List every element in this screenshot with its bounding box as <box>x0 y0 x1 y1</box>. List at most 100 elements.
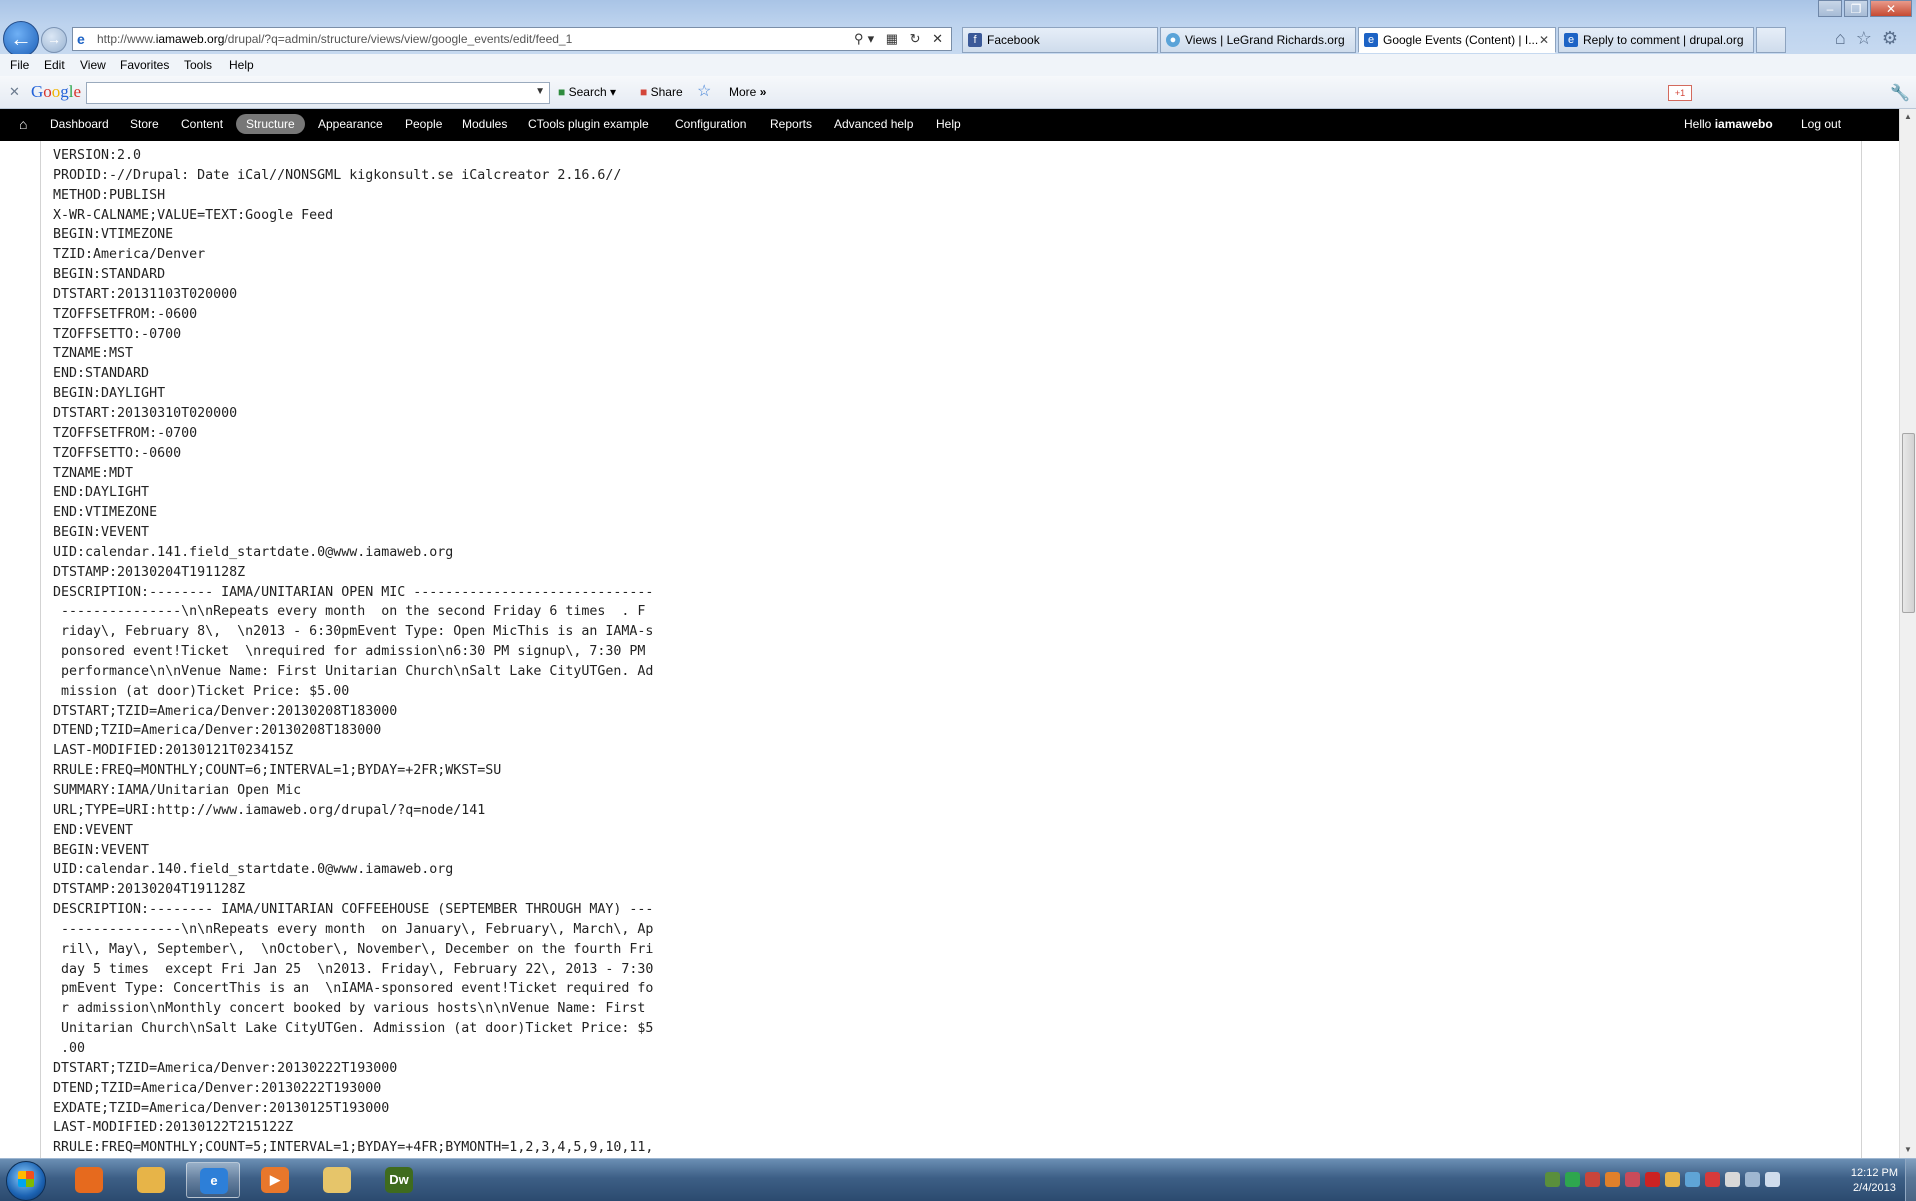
tab-drupal-reply[interactable]: e Reply to comment | drupal.org <box>1558 27 1754 53</box>
show-desktop-button[interactable] <box>1905 1159 1916 1201</box>
restore-button[interactable]: ❐ <box>1844 0 1868 17</box>
toolbar-store[interactable]: Store <box>130 117 159 131</box>
chevron-down-icon[interactable]: ▼ <box>535 86 545 97</box>
tray-adobe-icon[interactable] <box>1645 1172 1660 1187</box>
ical-line: BEGIN:DAYLIGHT <box>53 386 166 402</box>
new-tab-button[interactable] <box>1756 27 1786 53</box>
minimize-button[interactable]: – <box>1818 0 1842 17</box>
toolbar-structure[interactable]: Structure <box>236 114 305 134</box>
scroll-down-arrow-icon[interactable]: ▼ <box>1900 1142 1916 1158</box>
toolbar-help[interactable]: Help <box>936 117 961 131</box>
tray-sync-icon[interactable] <box>1565 1172 1580 1187</box>
file-explorer-icon <box>323 1167 351 1193</box>
ical-line: r admission\nMonthly concert booked by v… <box>53 1001 646 1017</box>
ical-line: performance\n\nVenue Name: First Unitari… <box>53 663 654 679</box>
tray-network-icon[interactable] <box>1545 1172 1560 1187</box>
close-toolbar-icon[interactable]: ✕ <box>9 84 20 100</box>
scrollbar-thumb[interactable] <box>1902 433 1915 613</box>
share-button[interactable]: ■ Share <box>640 85 683 99</box>
toolbar-appearance[interactable]: Appearance <box>318 117 383 131</box>
toolbar-reports[interactable]: Reports <box>770 117 812 131</box>
outlook-icon <box>137 1167 165 1193</box>
ical-line: TZNAME:MDT <box>53 465 134 481</box>
gear-icon[interactable]: ⚙ <box>1882 28 1908 48</box>
media-player-icon: ▶ <box>261 1167 289 1193</box>
tray-shield-icon[interactable] <box>1705 1172 1720 1187</box>
tray-mail-icon[interactable] <box>1665 1172 1680 1187</box>
ical-line: VERSION:2.0 <box>53 148 142 163</box>
ical-line: METHOD:PUBLISH <box>53 187 166 203</box>
menu-view[interactable]: View <box>80 58 106 72</box>
taskbar-file-explorer[interactable] <box>310 1162 364 1198</box>
window-close-button[interactable]: ✕ <box>1870 0 1912 17</box>
facebook-icon: f <box>968 33 982 47</box>
toolbar-dashboard[interactable]: Dashboard <box>50 117 109 131</box>
ical-line: URL;TYPE=URI:http://www.iamaweb.org/drup… <box>53 802 486 818</box>
ical-line: BEGIN:VTIMEZONE <box>53 227 174 243</box>
address-bar[interactable]: e http://www.iamaweb.org/drupal/?q=admin… <box>72 27 952 51</box>
home-icon[interactable]: ⌂ <box>1835 28 1856 48</box>
address-controls[interactable]: ⚲▾ ▦ ↻ ✕ <box>854 28 947 50</box>
taskbar-media-player[interactable]: ▶ <box>248 1162 302 1198</box>
logout-link[interactable]: Log out <box>1801 117 1841 131</box>
menu-edit[interactable]: Edit <box>44 58 65 72</box>
wrench-icon[interactable]: 🔧 <box>1890 83 1910 103</box>
google-search-button[interactable]: ■ Search ▾ <box>558 85 616 99</box>
vertical-scrollbar[interactable]: ▲ ▼ <box>1899 109 1916 1158</box>
ical-line: RRULE:FREQ=MONTHLY;COUNT=5;INTERVAL=1;BY… <box>53 1140 654 1156</box>
toolbar-advanced-help[interactable]: Advanced help <box>834 117 913 131</box>
ical-line: END:DAYLIGHT <box>53 485 150 501</box>
tray-dropbox-icon[interactable] <box>1685 1172 1700 1187</box>
ical-feed-output: VERSION:2.0 PRODID:-//Drupal: Date iCal//… <box>53 146 653 1158</box>
close-tab-icon[interactable]: ✕ <box>1539 28 1549 52</box>
scroll-up-arrow-icon[interactable]: ▲ <box>1900 109 1916 125</box>
ical-line: DESCRIPTION:-------- IAMA/UNITARIAN COFF… <box>53 902 654 918</box>
tray-device-icon[interactable] <box>1725 1172 1740 1187</box>
menu-help[interactable]: Help <box>229 58 254 72</box>
toolbar-modules[interactable]: Modules <box>462 117 507 131</box>
window-controls: – ❐ ✕ <box>1816 0 1912 18</box>
ical-line: riday\, February 8\, \n2013 - 6:30pmEven… <box>53 624 654 640</box>
ical-line: pmEvent Type: ConcertThis is an \nIAMA-s… <box>53 981 654 997</box>
tab-views-legrand[interactable]: ● Views | LeGrand Richards.org <box>1160 27 1356 53</box>
toolbar-people[interactable]: People <box>405 117 442 131</box>
tab-google-events[interactable]: e Google Events (Content) | I... ✕ <box>1358 27 1556 53</box>
menu-file[interactable]: File <box>10 58 29 72</box>
home-icon[interactable]: ⌂ <box>19 116 27 132</box>
tray-security-icon[interactable] <box>1625 1172 1640 1187</box>
tray-signal-icon[interactable] <box>1745 1172 1760 1187</box>
ical-line: TZNAME:MST <box>53 346 134 362</box>
toolbar-configuration[interactable]: Configuration <box>675 117 746 131</box>
menu-tools[interactable]: Tools <box>184 58 212 72</box>
taskbar-outlook[interactable] <box>124 1162 178 1198</box>
tray-volume-icon[interactable] <box>1765 1172 1780 1187</box>
ical-line: UID:calendar.141.field_startdate.0@www.i… <box>53 544 454 560</box>
ical-line: PRODID:-//Drupal: Date iCal//NONSGML kig… <box>53 167 622 183</box>
menu-favorites[interactable]: Favorites <box>120 58 169 72</box>
start-button[interactable] <box>6 1161 46 1201</box>
taskbar-dreamweaver[interactable]: Dw <box>372 1162 426 1198</box>
taskbar-firefox[interactable] <box>62 1162 116 1198</box>
ical-line: DTEND;TZID=America/Denver:20130208T18300… <box>53 723 382 739</box>
address-url: http://www.iamaweb.org/drupal/?q=admin/s… <box>97 32 573 46</box>
drupal-admin-toolbar: ⌂ Dashboard Store Content Structure Appe… <box>0 109 1916 141</box>
tray-app-icon[interactable] <box>1585 1172 1600 1187</box>
windows-logo-icon <box>18 1171 34 1187</box>
more-button[interactable]: More » <box>729 85 766 99</box>
ical-line: LAST-MODIFIED:20130122T215122Z <box>53 1120 294 1136</box>
tray-update-icon[interactable] <box>1605 1172 1620 1187</box>
back-button[interactable]: ← <box>3 21 39 57</box>
taskbar-internet-explorer[interactable]: e <box>186 1162 240 1198</box>
ical-line: BEGIN:STANDARD <box>53 267 166 283</box>
toolbar-content[interactable]: Content <box>181 117 223 131</box>
bookmark-star-icon[interactable]: ☆ <box>697 81 711 101</box>
google-search-input[interactable]: ▼ <box>86 82 550 104</box>
taskbar-clock[interactable]: 12:12 PM 2/4/2013 <box>1851 1166 1898 1196</box>
forward-button[interactable]: → <box>41 27 67 53</box>
ical-line: TZOFFSETTO:-0600 <box>53 445 182 461</box>
google-plus-one-button[interactable]: +1 <box>1668 85 1692 101</box>
ical-line: DESCRIPTION:-------- IAMA/UNITARIAN OPEN… <box>53 584 654 600</box>
favorites-star-icon[interactable]: ☆ <box>1856 28 1882 48</box>
toolbar-ctools-plugin-example[interactable]: CTools plugin example <box>528 117 649 131</box>
tab-facebook[interactable]: f Facebook <box>962 27 1158 53</box>
